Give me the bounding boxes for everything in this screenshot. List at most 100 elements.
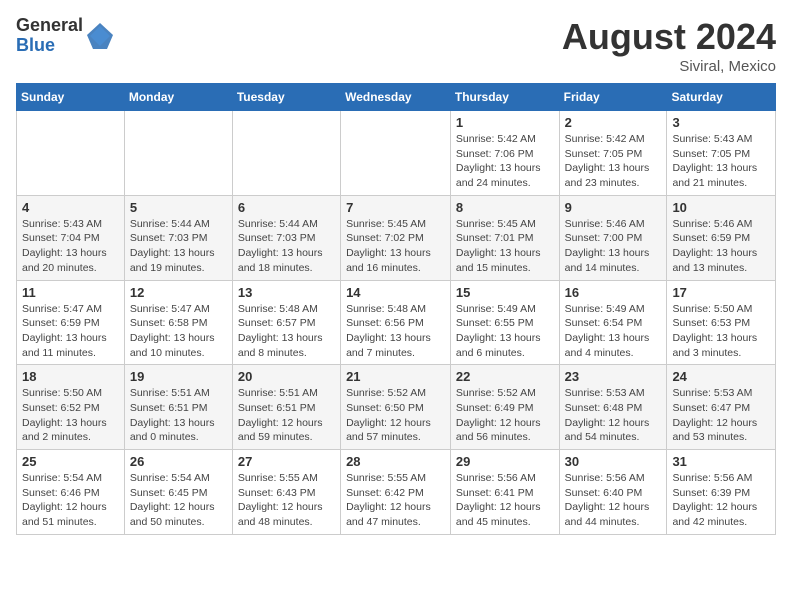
calendar-cell: 2 Sunrise: 5:42 AM Sunset: 7:05 PM Daylig… bbox=[559, 111, 667, 196]
calendar-cell: 15 Sunrise: 5:49 AM Sunset: 6:55 PM Dayli… bbox=[450, 280, 559, 365]
day-number: 20 bbox=[238, 369, 335, 384]
day-info: Sunrise: 5:48 AM Sunset: 6:56 PM Dayligh… bbox=[346, 302, 445, 361]
calendar-cell: 12Sunrise: 5:47 AM Sunset: 6:58 PM Dayli… bbox=[124, 280, 232, 365]
calendar-cell: 17 Sunrise: 5:50 AM Sunset: 6:53 PM Dayli… bbox=[667, 280, 776, 365]
day-number: 23 bbox=[565, 369, 662, 384]
calendar-cell: 6 Sunrise: 5:44 AM Sunset: 7:03 PM Daylig… bbox=[232, 195, 340, 280]
calendar-week-row: 11 Sunrise: 5:47 AM Sunset: 6:59 PM Dayli… bbox=[17, 280, 776, 365]
day-header-friday: Friday bbox=[559, 84, 667, 111]
calendar-week-row: 18 Sunrise: 5:50 AM Sunset: 6:52 PM Dayli… bbox=[17, 365, 776, 450]
day-info: Sunrise: 5:50 AM Sunset: 6:52 PM Dayligh… bbox=[22, 386, 119, 445]
day-info: Sunrise: 5:53 AM Sunset: 6:48 PM Dayligh… bbox=[565, 386, 662, 445]
day-number: 31 bbox=[672, 454, 770, 469]
calendar-cell: 9Sunrise: 5:46 AM Sunset: 7:00 PM Daylig… bbox=[559, 195, 667, 280]
calendar-cell: 21Sunrise: 5:52 AM Sunset: 6:50 PM Dayli… bbox=[341, 365, 451, 450]
day-number: 16 bbox=[565, 285, 662, 300]
day-number: 17 bbox=[672, 285, 770, 300]
day-number: 25 bbox=[22, 454, 119, 469]
logo-blue-text: Blue bbox=[16, 36, 83, 56]
calendar-cell: 4 Sunrise: 5:43 AM Sunset: 7:04 PM Daylig… bbox=[17, 195, 125, 280]
header-row: SundayMondayTuesdayWednesdayThursdayFrid… bbox=[17, 84, 776, 111]
month-year-title: August 2024 bbox=[562, 16, 776, 58]
day-number: 7 bbox=[346, 200, 445, 215]
day-number: 1 bbox=[456, 115, 554, 130]
day-number: 11 bbox=[22, 285, 119, 300]
day-number: 22 bbox=[456, 369, 554, 384]
calendar-cell: 27 Sunrise: 5:55 AM Sunset: 6:43 PM Dayli… bbox=[232, 450, 340, 535]
day-number: 15 bbox=[456, 285, 554, 300]
calendar-cell: 30Sunrise: 5:56 AM Sunset: 6:40 PM Dayli… bbox=[559, 450, 667, 535]
day-info: Sunrise: 5:43 AM Sunset: 7:05 PM Dayligh… bbox=[672, 132, 770, 191]
day-info: Sunrise: 5:42 AM Sunset: 7:05 PM Dayligh… bbox=[565, 132, 662, 191]
calendar-cell bbox=[124, 111, 232, 196]
day-info: Sunrise: 5:44 AM Sunset: 7:03 PM Dayligh… bbox=[238, 217, 335, 276]
calendar-cell bbox=[232, 111, 340, 196]
calendar-table: SundayMondayTuesdayWednesdayThursdayFrid… bbox=[16, 83, 776, 535]
day-number: 13 bbox=[238, 285, 335, 300]
logo: General Blue bbox=[16, 16, 115, 56]
day-number: 2 bbox=[565, 115, 662, 130]
day-number: 29 bbox=[456, 454, 554, 469]
calendar-cell: 20Sunrise: 5:51 AM Sunset: 6:51 PM Dayli… bbox=[232, 365, 340, 450]
calendar-cell: 14 Sunrise: 5:48 AM Sunset: 6:56 PM Dayli… bbox=[341, 280, 451, 365]
day-info: Sunrise: 5:47 AM Sunset: 6:59 PM Dayligh… bbox=[22, 302, 119, 361]
day-info: Sunrise: 5:47 AM Sunset: 6:58 PM Dayligh… bbox=[130, 302, 227, 361]
calendar-cell: 25Sunrise: 5:54 AM Sunset: 6:46 PM Dayli… bbox=[17, 450, 125, 535]
calendar-week-row: 25Sunrise: 5:54 AM Sunset: 6:46 PM Dayli… bbox=[17, 450, 776, 535]
day-info: Sunrise: 5:49 AM Sunset: 6:55 PM Dayligh… bbox=[456, 302, 554, 361]
day-number: 4 bbox=[22, 200, 119, 215]
location-subtitle: Siviral, Mexico bbox=[562, 58, 776, 75]
calendar-cell: 31Sunrise: 5:56 AM Sunset: 6:39 PM Dayli… bbox=[667, 450, 776, 535]
day-info: Sunrise: 5:45 AM Sunset: 7:01 PM Dayligh… bbox=[456, 217, 554, 276]
logo-icon bbox=[85, 21, 115, 51]
calendar-cell: 8 Sunrise: 5:45 AM Sunset: 7:01 PM Daylig… bbox=[450, 195, 559, 280]
title-block: August 2024 Siviral, Mexico bbox=[562, 16, 776, 75]
day-info: Sunrise: 5:54 AM Sunset: 6:45 PM Dayligh… bbox=[130, 471, 227, 530]
calendar-cell: 5Sunrise: 5:44 AM Sunset: 7:03 PM Daylig… bbox=[124, 195, 232, 280]
calendar-cell: 26 Sunrise: 5:54 AM Sunset: 6:45 PM Dayli… bbox=[124, 450, 232, 535]
day-number: 8 bbox=[456, 200, 554, 215]
calendar-cell: 3 Sunrise: 5:43 AM Sunset: 7:05 PM Daylig… bbox=[667, 111, 776, 196]
day-number: 3 bbox=[672, 115, 770, 130]
day-header-saturday: Saturday bbox=[667, 84, 776, 111]
day-number: 14 bbox=[346, 285, 445, 300]
day-number: 27 bbox=[238, 454, 335, 469]
day-info: Sunrise: 5:50 AM Sunset: 6:53 PM Dayligh… bbox=[672, 302, 770, 361]
calendar-cell: 10 Sunrise: 5:46 AM Sunset: 6:59 PM Dayli… bbox=[667, 195, 776, 280]
day-header-monday: Monday bbox=[124, 84, 232, 111]
day-info: Sunrise: 5:48 AM Sunset: 6:57 PM Dayligh… bbox=[238, 302, 335, 361]
day-info: Sunrise: 5:52 AM Sunset: 6:50 PM Dayligh… bbox=[346, 386, 445, 445]
calendar-cell: 19Sunrise: 5:51 AM Sunset: 6:51 PM Dayli… bbox=[124, 365, 232, 450]
calendar-cell bbox=[341, 111, 451, 196]
day-info: Sunrise: 5:42 AM Sunset: 7:06 PM Dayligh… bbox=[456, 132, 554, 191]
day-header-thursday: Thursday bbox=[450, 84, 559, 111]
day-info: Sunrise: 5:49 AM Sunset: 6:54 PM Dayligh… bbox=[565, 302, 662, 361]
day-number: 5 bbox=[130, 200, 227, 215]
day-number: 18 bbox=[22, 369, 119, 384]
day-info: Sunrise: 5:46 AM Sunset: 6:59 PM Dayligh… bbox=[672, 217, 770, 276]
day-number: 6 bbox=[238, 200, 335, 215]
day-info: Sunrise: 5:51 AM Sunset: 6:51 PM Dayligh… bbox=[130, 386, 227, 445]
calendar-cell: 7Sunrise: 5:45 AM Sunset: 7:02 PM Daylig… bbox=[341, 195, 451, 280]
day-number: 26 bbox=[130, 454, 227, 469]
calendar-cell: 13 Sunrise: 5:48 AM Sunset: 6:57 PM Dayli… bbox=[232, 280, 340, 365]
day-number: 30 bbox=[565, 454, 662, 469]
day-info: Sunrise: 5:52 AM Sunset: 6:49 PM Dayligh… bbox=[456, 386, 554, 445]
day-number: 10 bbox=[672, 200, 770, 215]
day-info: Sunrise: 5:46 AM Sunset: 7:00 PM Dayligh… bbox=[565, 217, 662, 276]
day-header-sunday: Sunday bbox=[17, 84, 125, 111]
calendar-cell: 28Sunrise: 5:55 AM Sunset: 6:42 PM Dayli… bbox=[341, 450, 451, 535]
calendar-cell: 22 Sunrise: 5:52 AM Sunset: 6:49 PM Dayli… bbox=[450, 365, 559, 450]
calendar-cell: 29Sunrise: 5:56 AM Sunset: 6:41 PM Dayli… bbox=[450, 450, 559, 535]
day-info: Sunrise: 5:53 AM Sunset: 6:47 PM Dayligh… bbox=[672, 386, 770, 445]
calendar-cell: 1 Sunrise: 5:42 AM Sunset: 7:06 PM Daylig… bbox=[450, 111, 559, 196]
day-info: Sunrise: 5:43 AM Sunset: 7:04 PM Dayligh… bbox=[22, 217, 119, 276]
day-info: Sunrise: 5:55 AM Sunset: 6:43 PM Dayligh… bbox=[238, 471, 335, 530]
calendar-cell bbox=[17, 111, 125, 196]
logo-general-text: General bbox=[16, 16, 83, 36]
calendar-cell: 16 Sunrise: 5:49 AM Sunset: 6:54 PM Dayli… bbox=[559, 280, 667, 365]
day-info: Sunrise: 5:55 AM Sunset: 6:42 PM Dayligh… bbox=[346, 471, 445, 530]
page-header: General Blue August 2024 Siviral, Mexico bbox=[16, 16, 776, 75]
calendar-cell: 24Sunrise: 5:53 AM Sunset: 6:47 PM Dayli… bbox=[667, 365, 776, 450]
day-header-wednesday: Wednesday bbox=[341, 84, 451, 111]
